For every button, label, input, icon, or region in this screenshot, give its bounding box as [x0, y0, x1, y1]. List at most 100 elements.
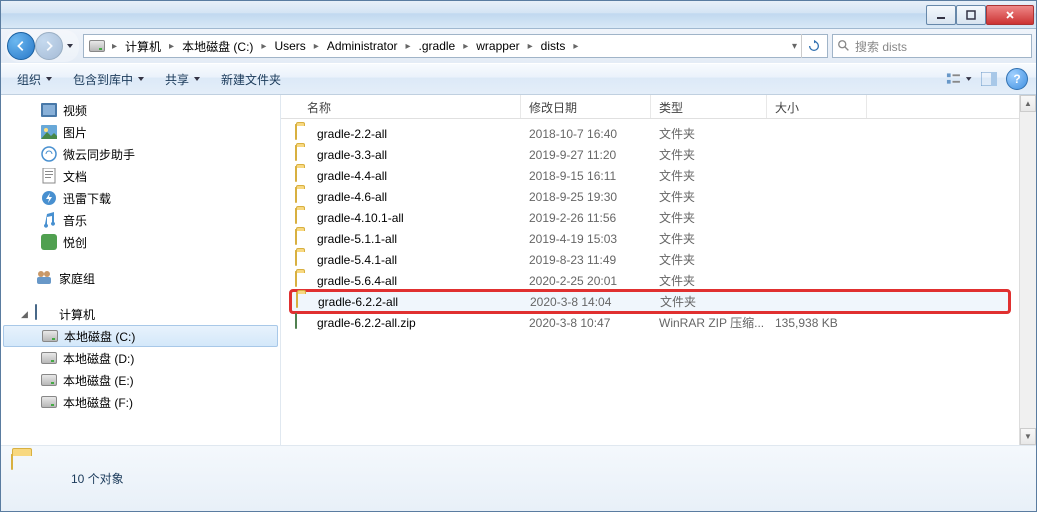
sidebar-item-drive-d[interactable]: 本地磁盘 (D:)	[1, 347, 280, 369]
chevron-right-icon[interactable]: ▸	[524, 41, 537, 52]
sidebar-item-documents[interactable]: 文档	[1, 165, 280, 187]
breadcrumb-segment[interactable]: 计算机	[121, 35, 165, 57]
preview-pane-button[interactable]	[976, 68, 1002, 90]
folder-icon	[11, 455, 59, 503]
sidebar-item-pictures[interactable]: 图片	[1, 121, 280, 143]
breadcrumb-dropdown[interactable]: ▾	[788, 41, 801, 52]
file-name: gradle-5.4.1-all	[317, 253, 529, 267]
file-row[interactable]: gradle-2.2-all2018-10-7 16:40文件夹	[291, 123, 1009, 144]
file-row[interactable]: gradle-6.2.2-all2020-3-8 14:04文件夹	[291, 291, 1009, 312]
maximize-button[interactable]	[956, 5, 986, 25]
search-input[interactable]: 搜索 dists	[832, 34, 1032, 58]
breadcrumb-segment[interactable]: Users	[270, 35, 309, 57]
chevron-right-icon[interactable]: ▸	[402, 41, 415, 52]
sidebar-group-label: 家庭组	[59, 270, 95, 287]
file-date: 2020-2-25 20:01	[529, 274, 659, 288]
file-row[interactable]: gradle-4.10.1-all2019-2-26 11:56文件夹	[291, 207, 1009, 228]
chevron-right-icon[interactable]: ▸	[257, 41, 270, 52]
folder-icon	[295, 167, 313, 185]
view-options-button[interactable]	[946, 68, 972, 90]
computer-icon	[35, 305, 53, 323]
sidebar-item-label: 视频	[63, 102, 87, 119]
sidebar-item-label: 文档	[63, 168, 87, 185]
file-date: 2020-3-8 10:47	[529, 316, 659, 330]
sidebar-item-videos[interactable]: 视频	[1, 99, 280, 121]
file-row[interactable]: gradle-4.6-all2018-9-25 19:30文件夹	[291, 186, 1009, 207]
file-row[interactable]: gradle-5.6.4-all2020-2-25 20:01文件夹	[291, 270, 1009, 291]
file-row[interactable]: gradle-6.2.2-all.zip2020-3-8 10:47WinRAR…	[291, 312, 1009, 333]
picture-icon	[41, 124, 57, 140]
column-headers: 名称 修改日期 类型 大小	[281, 95, 1019, 119]
navigation-pane[interactable]: 视频 图片 微云同步助手 文档 迅雷下载 音乐 悦创 家庭组 ◢ 计算机 本地磁盘…	[1, 95, 281, 445]
organize-button[interactable]: 组织	[9, 67, 61, 92]
new-folder-button[interactable]: 新建文件夹	[213, 67, 289, 92]
file-type: 文件夹	[659, 167, 775, 184]
status-bar: 10 个对象	[1, 445, 1036, 511]
chevron-right-icon[interactable]: ▸	[310, 41, 323, 52]
back-button[interactable]	[7, 32, 35, 60]
help-button[interactable]: ?	[1006, 68, 1028, 90]
window-controls	[926, 5, 1034, 25]
file-name: gradle-6.2.2-all.zip	[317, 316, 529, 330]
breadcrumb-segment[interactable]: 本地磁盘 (C:)	[178, 35, 257, 57]
chevron-down-icon	[137, 75, 145, 83]
scroll-up-button[interactable]: ▲	[1020, 95, 1036, 112]
breadcrumb-segment[interactable]: Administrator	[323, 35, 402, 57]
drive-icon	[41, 350, 57, 366]
include-in-library-button[interactable]: 包含到库中	[65, 67, 153, 92]
breadcrumb-segment[interactable]: .gradle	[415, 35, 460, 57]
sidebar-item-weiyun[interactable]: 微云同步助手	[1, 143, 280, 165]
breadcrumb-bar[interactable]: ▸ 计算机 ▸ 本地磁盘 (C:) ▸ Users ▸ Administrato…	[83, 34, 828, 58]
forward-button[interactable]	[35, 32, 63, 60]
breadcrumb-segment[interactable]: dists	[537, 35, 570, 57]
sidebar-group-computer[interactable]: ◢ 计算机	[1, 303, 280, 325]
chevron-right-icon[interactable]: ▸	[459, 41, 472, 52]
folder-icon	[295, 188, 313, 206]
file-date: 2019-8-23 11:49	[529, 253, 659, 267]
chevron-right-icon[interactable]: ▸	[108, 41, 121, 52]
drive-icon	[41, 372, 57, 388]
search-placeholder: 搜索 dists	[855, 38, 907, 55]
nav-history-dropdown[interactable]	[63, 36, 77, 56]
sidebar-group-homegroup[interactable]: 家庭组	[1, 267, 280, 289]
sidebar-item-drive-c[interactable]: 本地磁盘 (C:)	[3, 325, 278, 347]
file-type: 文件夹	[659, 188, 775, 205]
navigation-bar: ▸ 计算机 ▸ 本地磁盘 (C:) ▸ Users ▸ Administrato…	[1, 29, 1036, 63]
column-header-name[interactable]: 名称	[281, 95, 521, 118]
sidebar-item-yuechuang[interactable]: 悦创	[1, 231, 280, 253]
sidebar-item-music[interactable]: 音乐	[1, 209, 280, 231]
sidebar-item-drive-f[interactable]: 本地磁盘 (F:)	[1, 391, 280, 413]
file-size: 135,938 KB	[775, 316, 875, 330]
scroll-down-button[interactable]: ▼	[1020, 428, 1036, 445]
file-list[interactable]: gradle-2.2-all2018-10-7 16:40文件夹gradle-3…	[281, 119, 1019, 445]
share-button[interactable]: 共享	[157, 67, 209, 92]
chevron-down-icon	[193, 75, 201, 83]
file-date: 2018-9-25 19:30	[529, 190, 659, 204]
scrollbar[interactable]: ▲ ▼	[1019, 95, 1036, 445]
file-type: 文件夹	[659, 230, 775, 247]
sidebar-item-label: 微云同步助手	[63, 146, 135, 163]
file-name: gradle-3.3-all	[317, 148, 529, 162]
column-header-date[interactable]: 修改日期	[521, 95, 651, 118]
file-row[interactable]: gradle-5.4.1-all2019-8-23 11:49文件夹	[291, 249, 1009, 270]
folder-icon	[295, 251, 313, 269]
file-row[interactable]: gradle-3.3-all2019-9-27 11:20文件夹	[291, 144, 1009, 165]
sync-icon	[41, 146, 57, 162]
sidebar-item-thunder[interactable]: 迅雷下载	[1, 187, 280, 209]
file-row[interactable]: gradle-4.4-all2018-9-15 16:11文件夹	[291, 165, 1009, 186]
refresh-button[interactable]	[801, 34, 825, 58]
chevron-right-icon[interactable]: ▸	[569, 41, 582, 52]
chevron-right-icon[interactable]: ▸	[165, 41, 178, 52]
close-button[interactable]	[986, 5, 1034, 25]
sidebar-item-drive-e[interactable]: 本地磁盘 (E:)	[1, 369, 280, 391]
document-icon	[41, 168, 57, 184]
nav-buttons	[5, 30, 79, 62]
file-name: gradle-6.2.2-all	[318, 295, 530, 309]
breadcrumb-segment[interactable]: wrapper	[472, 35, 523, 57]
column-header-type[interactable]: 类型	[651, 95, 767, 118]
expand-icon[interactable]: ◢	[21, 309, 33, 320]
column-header-size[interactable]: 大小	[767, 95, 867, 118]
sidebar-group-label: 计算机	[59, 306, 95, 323]
minimize-button[interactable]	[926, 5, 956, 25]
file-row[interactable]: gradle-5.1.1-all2019-4-19 15:03文件夹	[291, 228, 1009, 249]
